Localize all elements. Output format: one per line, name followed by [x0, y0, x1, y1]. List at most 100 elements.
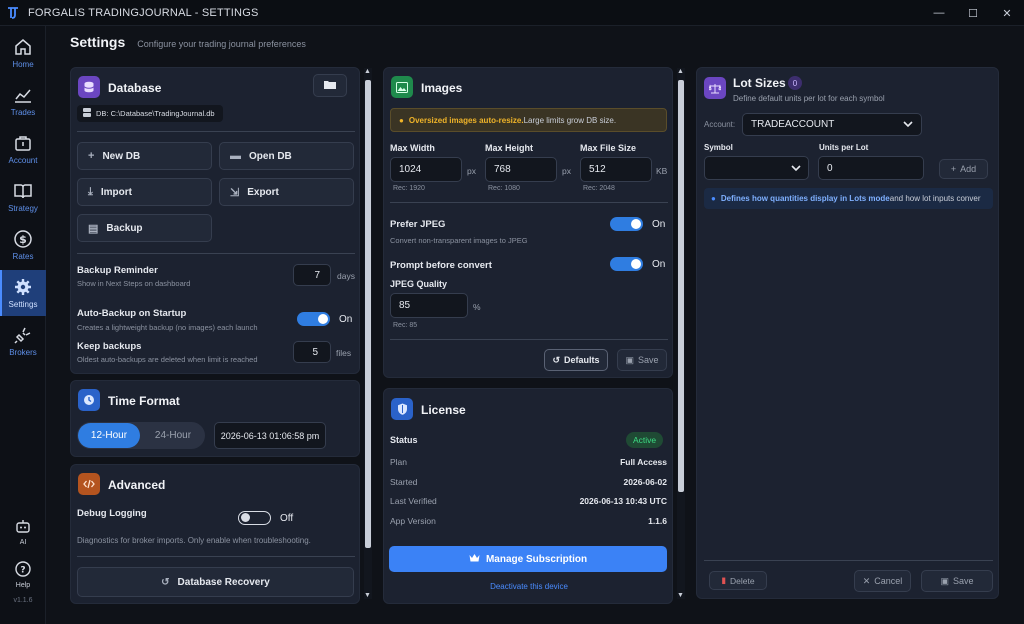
- backup-reminder-label: Backup Reminder: [77, 265, 158, 276]
- add-lot-button[interactable]: + Add: [939, 159, 988, 179]
- sidebar-item-label: Strategy: [8, 204, 38, 213]
- images-title: Images: [421, 81, 463, 95]
- max-file-size-label: Max File Size: [580, 143, 637, 153]
- time-format-card: Time Format 12-Hour 24-Hour 2026-06-13 0…: [70, 380, 360, 457]
- export-button[interactable]: ⇲ Export: [219, 178, 354, 206]
- backup-reminder-sub: Show in Next Steps on dashboard: [77, 279, 191, 288]
- open-folder-button[interactable]: [313, 74, 347, 97]
- button-label: Manage Subscription: [485, 553, 588, 565]
- import-button[interactable]: ⤓ Import: [77, 178, 212, 206]
- button-label: Export: [247, 186, 279, 198]
- tab-24-hour[interactable]: 24-Hour: [143, 423, 203, 448]
- database-icon: [78, 76, 100, 98]
- row-value: Full Access: [620, 457, 667, 467]
- button-label: Defaults: [564, 355, 600, 365]
- row-key: Plan: [390, 457, 408, 467]
- sidebar-item-help[interactable]: ? Help: [0, 554, 46, 594]
- sidebar-item-label: Account: [8, 156, 38, 165]
- plug-icon: [13, 325, 33, 345]
- sidebar-item-home[interactable]: Home: [0, 30, 46, 76]
- max-width-input[interactable]: 1024: [390, 157, 462, 182]
- sidebar-item-settings[interactable]: Settings: [0, 270, 46, 316]
- sidebar-item-account[interactable]: Account: [0, 126, 46, 172]
- jpeg-quality-rec: Rec: 85: [393, 322, 418, 329]
- kb-unit: KB: [656, 166, 668, 176]
- symbol-select[interactable]: [704, 156, 809, 180]
- database-recovery-button[interactable]: ↺ Database Recovery: [77, 567, 354, 597]
- database-card: Database DB: C:\Database\TradingJournal.…: [70, 67, 360, 374]
- button-label: Save: [953, 576, 974, 586]
- prompt-convert-toggle[interactable]: [610, 257, 643, 271]
- scroll-thumb[interactable]: [365, 80, 371, 548]
- keep-backups-input[interactable]: 5: [293, 341, 331, 363]
- svg-text:?: ?: [20, 566, 25, 576]
- cancel-lot-button[interactable]: ✕ Cancel: [854, 570, 911, 592]
- account-select[interactable]: TRADEACCOUNT: [742, 113, 922, 136]
- app-logo-icon: [6, 6, 20, 20]
- sidebar-item-label: Home: [12, 60, 34, 69]
- close-button[interactable]: ✕: [990, 0, 1024, 26]
- prefer-jpeg-toggle[interactable]: [610, 217, 643, 231]
- column2-scrollbar[interactable]: ▲ ▼: [677, 68, 685, 599]
- chevron-down-icon: [903, 120, 913, 131]
- px-unit: px: [467, 166, 476, 176]
- units-per-lot-input[interactable]: 0: [818, 156, 924, 180]
- status-badge: Active: [626, 432, 664, 448]
- debug-logging-toggle[interactable]: [238, 511, 271, 525]
- auto-backup-toggle[interactable]: [297, 312, 330, 326]
- sidebar-item-strategy[interactable]: Strategy: [0, 174, 46, 220]
- backup-button[interactable]: ▤ Backup: [77, 214, 212, 242]
- column1-scrollbar[interactable]: ▲ ▼: [364, 68, 372, 599]
- gear-icon: [13, 277, 33, 297]
- scroll-up-arrow[interactable]: ▲: [677, 68, 684, 75]
- manage-subscription-button[interactable]: Manage Subscription: [389, 546, 667, 572]
- row-key: Started: [390, 477, 418, 487]
- scroll-up-arrow[interactable]: ▲: [364, 68, 371, 75]
- max-file-size-input[interactable]: 512: [580, 157, 652, 182]
- defaults-button[interactable]: ↺ Defaults: [544, 349, 608, 371]
- open-db-button[interactable]: ▬ Open DB: [219, 142, 354, 170]
- sidebar-item-trades[interactable]: Trades: [0, 78, 46, 124]
- max-height-label: Max Height: [485, 143, 534, 153]
- advanced-title: Advanced: [108, 478, 166, 492]
- server-icon: [83, 107, 91, 120]
- symbol-label: Symbol: [704, 143, 733, 152]
- minimize-button[interactable]: —: [922, 0, 956, 26]
- account-value: TRADEACCOUNT: [751, 119, 835, 130]
- tab-12-hour[interactable]: 12-Hour: [78, 423, 140, 448]
- images-save-button[interactable]: ▣ Save: [617, 349, 667, 371]
- divider: [77, 556, 355, 557]
- scroll-down-arrow[interactable]: ▼: [364, 592, 371, 599]
- help-icon: ?: [13, 559, 33, 579]
- button-label: Add: [960, 164, 977, 174]
- robot-icon: [13, 516, 33, 536]
- download-icon: ⤓: [88, 185, 93, 198]
- maximize-button[interactable]: ☐: [956, 0, 990, 26]
- scroll-down-arrow[interactable]: ▼: [677, 592, 684, 599]
- auto-backup-sub: Creates a lightweight backup (no images)…: [77, 323, 258, 332]
- delete-lot-button[interactable]: ▮ Delete: [709, 571, 767, 590]
- warning-text: Large limits grow DB size.: [523, 115, 617, 125]
- info-icon: ●: [711, 194, 716, 203]
- sidebar-item-brokers[interactable]: Brokers: [0, 318, 46, 364]
- days-unit: days: [337, 271, 355, 281]
- license-row: Started 2026-06-02: [390, 477, 667, 491]
- sidebar-item-rates[interactable]: $ Rates: [0, 222, 46, 268]
- sidebar-item-ai[interactable]: AI: [0, 512, 46, 550]
- page-title: Settings: [70, 34, 126, 50]
- scroll-thumb[interactable]: [678, 80, 684, 492]
- time-format-title: Time Format: [108, 394, 180, 408]
- max-height-input[interactable]: 768: [485, 157, 557, 182]
- save-lot-button[interactable]: ▣ Save: [921, 570, 993, 592]
- row-key: App Version: [390, 516, 436, 526]
- button-label: Cancel: [874, 576, 903, 586]
- scale-icon: [704, 77, 726, 99]
- deactivate-device-link[interactable]: Deactivate this device: [384, 582, 674, 591]
- auto-backup-state: On: [339, 314, 353, 325]
- new-db-button[interactable]: + New DB: [77, 142, 212, 170]
- debug-logging-label: Debug Logging: [77, 508, 147, 519]
- backup-reminder-input[interactable]: 7: [293, 264, 331, 286]
- jpeg-quality-input[interactable]: 85: [390, 293, 468, 318]
- home-icon: [13, 37, 33, 57]
- lot-sizes-subtitle: Define default units per lot for each sy…: [733, 94, 885, 103]
